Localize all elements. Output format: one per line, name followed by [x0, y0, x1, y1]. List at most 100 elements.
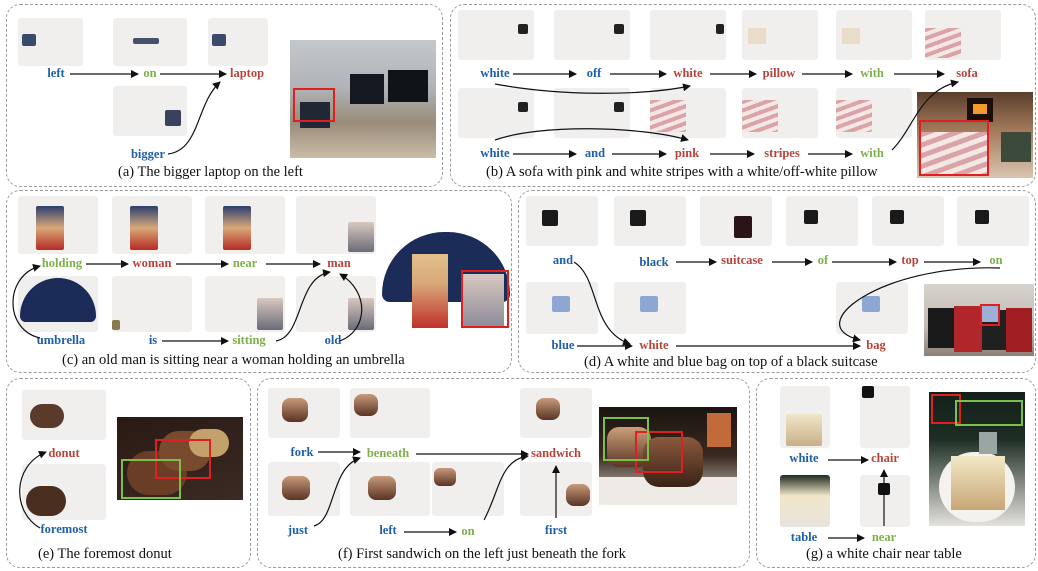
thumb-a-left	[18, 18, 83, 66]
thumb-c-umbrella	[18, 276, 98, 332]
thumb-b-and	[554, 88, 630, 138]
thumb-f-on	[432, 462, 504, 516]
thumb-b-pink	[650, 88, 726, 138]
thumb-c-holding	[18, 196, 98, 254]
thumb-b-white3	[458, 88, 534, 138]
thumb-f-left	[350, 462, 430, 516]
photo-c	[382, 232, 510, 328]
thumb-d-and	[526, 196, 598, 246]
photo-d	[924, 284, 1034, 356]
photo-g	[929, 392, 1025, 526]
photo-a	[290, 40, 436, 158]
thumb-b-off	[554, 10, 630, 60]
word-e-donut: donut	[48, 446, 80, 460]
word-a-bigger: bigger	[130, 147, 166, 161]
word-e-foremost: foremost	[40, 522, 88, 536]
thumb-g-table	[780, 475, 830, 527]
thumb-f-sandwich	[520, 388, 592, 438]
word-d-blue: blue	[551, 338, 575, 352]
word-a-left: left	[47, 66, 65, 80]
target-box	[919, 120, 989, 176]
word-b-off: off	[586, 66, 602, 80]
word-b-pillow: pillow	[762, 66, 796, 80]
word-c-near: near	[232, 256, 258, 270]
thumb-a-bigger	[113, 86, 187, 136]
thumb-d-top	[872, 196, 944, 246]
word-f-on: on	[461, 524, 475, 538]
word-c-umbrella: umbrella	[36, 333, 86, 347]
thumb-f-fork	[268, 388, 340, 438]
thumb-c-sitting	[205, 276, 285, 332]
word-c-holding: holding	[41, 256, 83, 270]
word-b-and: and	[584, 146, 606, 160]
word-g-table: table	[790, 530, 818, 544]
thumb-f-beneath	[350, 388, 430, 438]
thumb-g-chair	[860, 386, 910, 448]
thumb-b-white2	[650, 10, 726, 60]
thumb-d-blue	[526, 282, 598, 334]
photo-e	[117, 417, 243, 500]
caption-g: (g) a white chair near table	[806, 546, 962, 562]
thumb-b-sofa	[925, 10, 1001, 60]
thumb-e-donut	[22, 390, 106, 440]
secondary-box	[121, 459, 181, 499]
target-box	[461, 270, 509, 328]
word-g-white: white	[789, 451, 819, 465]
thumb-f-just	[268, 462, 340, 516]
word-d-and: and	[552, 253, 574, 267]
word-d-bag: bag	[866, 338, 886, 352]
photo-f	[599, 407, 737, 505]
thumb-b-white1	[458, 10, 534, 60]
thumb-d-white	[614, 282, 686, 334]
caption-c: (c) an old man is sitting near a woman h…	[62, 352, 405, 368]
word-d-white: white	[639, 338, 669, 352]
word-f-fork: fork	[290, 445, 314, 459]
word-d-suitcase: suitcase	[721, 253, 763, 267]
secondary-box	[955, 400, 1023, 426]
thumb-c-man	[296, 196, 376, 254]
thumb-g-near	[860, 475, 910, 527]
word-g-near: near	[871, 530, 897, 544]
word-b-pink: pink	[674, 146, 700, 160]
thumb-c-near	[205, 196, 285, 254]
word-b-stripes: stripes	[764, 146, 800, 160]
target-box	[980, 304, 1000, 326]
caption-e: (e) The foremost donut	[38, 546, 172, 562]
word-c-sitting: sitting	[232, 333, 266, 347]
word-b-with1: with	[860, 66, 884, 80]
word-d-on: on	[989, 253, 1003, 267]
word-d-black: black	[639, 255, 669, 269]
word-b-sofa: sofa	[956, 66, 978, 80]
word-g-chair: chair	[871, 451, 899, 465]
word-b-white2: white	[673, 66, 703, 80]
secondary-box	[603, 417, 649, 461]
word-f-sandwich: sandwich	[530, 446, 582, 460]
thumb-b-pillow	[742, 10, 818, 60]
thumb-e-foremost	[22, 464, 106, 520]
thumb-f-first	[520, 462, 592, 516]
word-c-is: is	[148, 333, 158, 347]
caption-a: (a) The bigger laptop on the left	[118, 164, 303, 180]
word-a-on: on	[143, 66, 157, 80]
caption-d: (d) A white and blue bag on top of a bla…	[584, 354, 878, 370]
word-c-man: man	[327, 256, 351, 270]
caption-b: (b) A sofa with pink and white stripes w…	[486, 164, 878, 180]
thumb-c-woman	[112, 196, 192, 254]
word-b-white1: white	[480, 66, 510, 80]
word-c-old: old	[324, 333, 342, 347]
thumb-c-is	[112, 276, 192, 332]
word-f-left: left	[379, 523, 397, 537]
thumb-d-suitcase	[700, 196, 772, 246]
word-f-beneath: beneath	[366, 446, 410, 460]
photo-b	[917, 92, 1033, 178]
thumb-b-with1	[836, 10, 912, 60]
thumb-a-on	[113, 18, 187, 66]
thumb-b-with2	[836, 88, 912, 138]
thumb-d-black	[614, 196, 686, 246]
word-b-white3: white	[480, 146, 510, 160]
caption-f: (f) First sandwich on the left just bene…	[338, 546, 626, 562]
word-d-of: of	[817, 253, 829, 267]
word-f-first: first	[544, 523, 568, 537]
word-d-top: top	[901, 253, 919, 267]
word-b-with2: with	[860, 146, 884, 160]
